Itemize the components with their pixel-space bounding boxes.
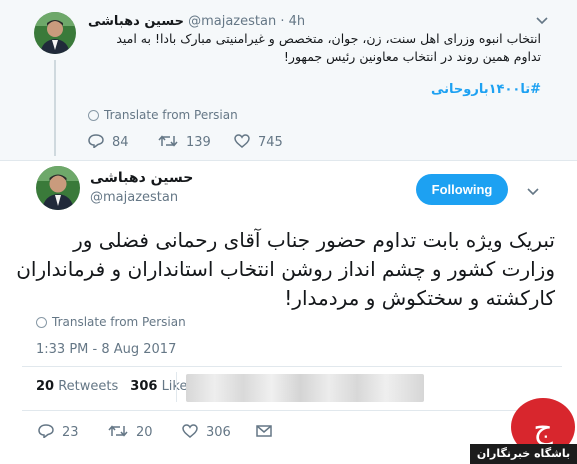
retweet-count: 20: [136, 425, 153, 440]
svg-text:ج: ج: [533, 411, 553, 446]
like-button[interactable]: 745: [234, 134, 283, 152]
reply-button[interactable]: 23: [38, 424, 79, 442]
reply-icon: [88, 134, 104, 152]
retweets-stat-label: Retweets: [58, 379, 119, 394]
chevron-down-icon[interactable]: [536, 14, 548, 28]
reply-button[interactable]: 84: [88, 134, 129, 152]
translate-link[interactable]: Translate from Persian: [36, 315, 186, 329]
globe-icon: [88, 110, 99, 121]
like-button[interactable]: 306: [182, 424, 231, 442]
divider: [22, 366, 562, 367]
translate-label: Translate from Persian: [52, 315, 186, 329]
like-icon: [234, 134, 250, 152]
main-tweet-text: تبریک ویژه بابت تداوم حضور جناب آقای رحم…: [16, 228, 555, 310]
divider: [22, 410, 562, 411]
like-count: 745: [258, 135, 283, 150]
message-icon: [256, 424, 272, 442]
following-button[interactable]: Following: [416, 174, 508, 205]
tweet-timestamp[interactable]: 1:33 PM - 8 Aug 2017: [36, 342, 176, 357]
retweets-stat-count: 20: [36, 379, 55, 394]
avatar[interactable]: [36, 166, 80, 210]
author-handle[interactable]: @majazestan: [188, 14, 276, 29]
divider: [176, 372, 177, 402]
thread-line: [54, 60, 56, 156]
tweet-time[interactable]: 4h: [289, 14, 306, 29]
retweets-stat[interactable]: 20 Retweets: [36, 379, 118, 394]
retweet-icon: [158, 134, 178, 152]
reply-count: 84: [112, 135, 129, 150]
avatar[interactable]: [34, 12, 76, 54]
likes-stat[interactable]: 306 Likes: [130, 379, 194, 394]
retweet-button[interactable]: 20: [108, 424, 153, 442]
reply-tweet-text: انتخاب انبوه وزرای اهل سنت، زن، جوان، مت…: [116, 31, 541, 64]
reply-header: حسین دهباشی @majazestan · 4h: [88, 14, 306, 29]
retweet-count: 139: [186, 135, 211, 150]
retweet-icon: [108, 424, 128, 442]
chevron-down-icon[interactable]: [527, 185, 539, 199]
like-count: 306: [206, 425, 231, 440]
divider: [0, 160, 577, 161]
hashtag-link[interactable]: #تا۱۴۰۰باروحانی: [431, 82, 541, 97]
liker-avatars-blurred: [186, 374, 424, 402]
retweet-button[interactable]: 139: [158, 134, 211, 152]
translate-link[interactable]: Translate from Persian: [88, 108, 238, 122]
author-name[interactable]: حسین دهباشی: [90, 170, 193, 186]
reply-tweet[interactable]: حسین دهباشی @majazestan · 4h انتخاب انبو…: [0, 0, 577, 160]
message-button[interactable]: [256, 424, 280, 442]
reply-icon: [38, 424, 54, 442]
author-handle[interactable]: @majazestan: [90, 190, 178, 205]
like-icon: [182, 424, 198, 442]
reply-count: 23: [62, 425, 79, 440]
translate-label: Translate from Persian: [104, 108, 238, 122]
watermark-text: باشگاه خبرنگاران: [470, 444, 577, 464]
author-name[interactable]: حسین دهباشی: [88, 14, 184, 29]
globe-icon: [36, 317, 47, 328]
likes-stat-count: 306: [130, 379, 158, 394]
tweet-stats: 20 Retweets 306 Likes: [36, 379, 194, 394]
